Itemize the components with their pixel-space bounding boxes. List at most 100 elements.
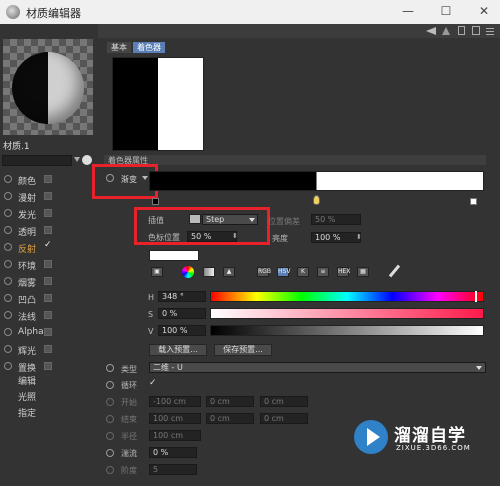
channel-radio[interactable]	[4, 345, 12, 353]
sub-item[interactable]: 光照	[18, 390, 36, 403]
interp-dropdown-icon[interactable]	[249, 218, 255, 222]
gradient-expand-icon[interactable]	[142, 176, 148, 180]
radius-field[interactable]: 100 cm	[149, 430, 201, 441]
start-y-field[interactable]: 0 cm	[206, 396, 254, 407]
channel-radio[interactable]	[4, 362, 12, 370]
channel-checkbox[interactable]	[44, 226, 52, 234]
channel-radio[interactable]	[4, 175, 12, 183]
cycle-checkbox[interactable]: ✓	[149, 378, 159, 388]
channel-checkbox[interactable]	[44, 260, 52, 268]
gradient-bar[interactable]	[149, 171, 484, 191]
spectrum-icon[interactable]	[203, 267, 215, 277]
channel-checkbox[interactable]: ✓	[44, 240, 52, 250]
channel-checkbox[interactable]	[44, 362, 52, 370]
channel-checkbox[interactable]	[44, 328, 52, 336]
channel-checkbox[interactable]	[44, 345, 52, 353]
channel-row[interactable]: 辉光	[0, 342, 98, 357]
channel-checkbox[interactable]	[44, 175, 52, 183]
cycle-radio[interactable]	[106, 381, 114, 389]
channel-checkbox[interactable]	[44, 294, 52, 302]
save-preset-button[interactable]: 保存预置...	[214, 344, 272, 356]
filter-dropdown-icon[interactable]	[74, 157, 80, 162]
channel-checkbox[interactable]	[44, 277, 52, 285]
arrow-left-icon[interactable]	[426, 27, 436, 35]
color-wheel-icon[interactable]	[182, 266, 194, 278]
material-preview[interactable]	[3, 39, 93, 135]
type-radio[interactable]	[106, 364, 114, 372]
h-slider-handle[interactable]	[475, 291, 477, 302]
intensity-field[interactable]: 100 %	[311, 232, 361, 243]
mixer-icon[interactable]: ≡	[317, 267, 329, 277]
knot-color-swatch[interactable]	[149, 250, 199, 261]
h-slider[interactable]	[210, 291, 484, 302]
tab-basic[interactable]: 基本	[107, 42, 131, 53]
octaves-field[interactable]: 5	[149, 464, 197, 475]
type-select[interactable]: 二维 - U	[149, 362, 486, 373]
load-preset-button[interactable]: 载入预置...	[149, 344, 207, 356]
channel-row[interactable]: 透明	[0, 223, 98, 238]
channel-radio[interactable]	[4, 209, 12, 217]
maximize-button[interactable]: ☐	[436, 4, 456, 18]
minimize-button[interactable]: —	[398, 4, 418, 18]
channel-row[interactable]: 发光	[0, 206, 98, 221]
octaves-radio[interactable]	[106, 466, 114, 474]
end-radio[interactable]	[106, 415, 114, 423]
channel-radio[interactable]	[4, 192, 12, 200]
new-icon[interactable]	[472, 26, 480, 35]
image-icon[interactable]: ▣	[151, 267, 163, 277]
channel-row[interactable]: 凹凸	[0, 291, 98, 306]
h-field[interactable]: 348 °	[158, 291, 206, 302]
end-y-field[interactable]: 0 cm	[206, 413, 254, 424]
bias-field[interactable]: 50 %	[311, 214, 361, 225]
channel-row[interactable]: 反射 ✓	[0, 240, 98, 255]
channel-filter-input[interactable]	[2, 155, 72, 166]
channel-row[interactable]: 法线	[0, 308, 98, 323]
k-icon[interactable]: K	[297, 267, 309, 277]
channel-radio[interactable]	[4, 260, 12, 268]
picture-icon[interactable]: ▲	[223, 267, 235, 277]
arrow-up-icon[interactable]	[442, 27, 450, 35]
hsv-icon[interactable]: HSV	[277, 267, 290, 277]
s-slider[interactable]	[210, 308, 484, 319]
channel-checkbox[interactable]	[44, 192, 52, 200]
knot-position-stepper[interactable]: ⬍	[232, 232, 238, 240]
v-slider[interactable]	[210, 325, 484, 336]
channel-checkbox[interactable]	[44, 311, 52, 319]
turbulence-field[interactable]: 0 %	[149, 447, 197, 458]
knot-position-field[interactable]: 50 %	[187, 231, 237, 242]
channel-radio[interactable]	[4, 277, 12, 285]
channel-row[interactable]: 置换	[0, 359, 98, 374]
lock-icon[interactable]	[458, 26, 465, 35]
channel-radio[interactable]	[4, 243, 12, 251]
channel-radio[interactable]	[4, 294, 12, 302]
intensity-stepper[interactable]: ⬍	[356, 233, 362, 241]
channel-row[interactable]: 漫射	[0, 189, 98, 204]
channel-radio[interactable]	[4, 328, 12, 336]
grid-icon[interactable]: ▦	[357, 267, 369, 277]
channel-row[interactable]: 烟雾	[0, 274, 98, 289]
turbulence-radio[interactable]	[106, 449, 114, 457]
end-x-field[interactable]: 100 cm	[149, 413, 201, 424]
menu-icon[interactable]	[486, 27, 494, 35]
sub-item[interactable]: 指定	[18, 406, 36, 419]
channel-row[interactable]: Alpha	[0, 325, 98, 340]
channel-radio[interactable]	[4, 226, 12, 234]
rgb-icon[interactable]: RGB	[257, 267, 271, 277]
tab-shader[interactable]: 着色器	[133, 42, 165, 53]
channel-radio[interactable]	[4, 311, 12, 319]
start-x-field[interactable]: -100 cm	[149, 396, 201, 407]
start-z-field[interactable]: 0 cm	[260, 396, 308, 407]
channel-checkbox[interactable]	[44, 209, 52, 217]
gradient-knot-white[interactable]	[470, 198, 477, 205]
gradient-bias-handle[interactable]	[313, 195, 320, 205]
channel-row[interactable]: 颜色	[0, 172, 98, 187]
v-field[interactable]: 100 %	[158, 325, 206, 336]
channel-row[interactable]: 环境	[0, 257, 98, 272]
gradient-knot-black[interactable]	[152, 198, 159, 205]
type-dropdown-icon[interactable]	[476, 366, 482, 370]
radius-radio[interactable]	[106, 432, 114, 440]
close-button[interactable]: ✕	[474, 4, 494, 18]
sub-item[interactable]: 编辑	[18, 374, 36, 387]
s-field[interactable]: 0 %	[158, 308, 206, 319]
end-z-field[interactable]: 0 cm	[260, 413, 308, 424]
